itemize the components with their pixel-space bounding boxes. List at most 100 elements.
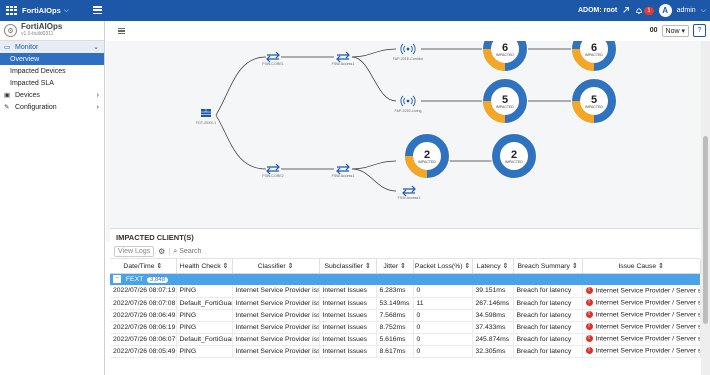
access-point-node[interactable] [400, 95, 416, 107]
table-cell: !Internet Service Provider / Server side… [582, 297, 701, 310]
column-header[interactable]: Date/Time ⇕ [110, 259, 177, 274]
table-cell: PING [176, 285, 233, 298]
table-cell: !Internet Service Provider / Server side… [582, 285, 701, 298]
settings-gear-icon[interactable]: ⚙ [156, 247, 167, 256]
switch-node[interactable] [336, 51, 350, 63]
search-input[interactable] [179, 248, 280, 255]
network-topology[interactable]: FGT-20XX-1 FSW-CORE1 FSW-Access1 FSW-CORE2 F… [106, 41, 710, 242]
wifi-ap-icon [400, 43, 416, 55]
impacted-clients-table: Date/Time ⇕ Health Check ⇕ Classifier ⇕ Sub… [110, 259, 701, 358]
alert-icon: ! [585, 347, 593, 355]
table-row[interactable]: 2022/07/26 08:06:07 Default_FortiGuard Int… [110, 333, 701, 346]
scrollbar-thumb[interactable] [703, 136, 708, 324]
group-count-badge: 3,848 [147, 277, 169, 284]
table-row[interactable]: 2022/07/26 08:05:49 PING Internet Service … [110, 345, 701, 358]
search-box[interactable]: ⌕ [169, 247, 700, 256]
switch-label: FSW-Access1 [332, 174, 355, 178]
switch-icon [266, 51, 280, 63]
chevron-right-icon: › [96, 91, 99, 99]
page-scrollbar[interactable] [701, 41, 710, 375]
time-range-select[interactable]: Now ▾ [661, 24, 689, 37]
chevron-down-icon[interactable]: ⌵ [701, 7, 706, 15]
impacted-clients-donut[interactable]: 2IMPACTED [404, 133, 450, 179]
column-header[interactable]: Health Check ⇕ [176, 259, 233, 274]
refresh-interval[interactable]: 00 [650, 27, 658, 34]
table-row[interactable]: 2022/07/26 08:06:49 PING Internet Service … [110, 309, 701, 322]
column-header[interactable]: Latency ⇕ [472, 259, 514, 274]
menu-icon[interactable] [118, 28, 125, 34]
view-logs-button[interactable]: View Logs [114, 246, 155, 257]
app-switcher[interactable]: FortiAIOps ⌵ [0, 0, 105, 21]
column-header[interactable]: Packet Loss(%) ⇕ [413, 259, 473, 274]
table-cell: Internet Issues [319, 345, 377, 358]
switch-icon [402, 185, 416, 197]
issue-cause-text: Internet Service Provider / Server side … [595, 335, 700, 343]
column-header[interactable]: Classifier ⇕ [232, 259, 320, 274]
sidebar-item-impacted-sla[interactable]: Impacted SLA [0, 77, 104, 89]
table-cell: 8.617ms [376, 345, 414, 358]
chevron-down-icon: ⌄ [93, 44, 99, 51]
sidebar-item-impacted-devices[interactable]: Impacted Devices [0, 65, 104, 77]
switch-label: FSW-Access1 [332, 62, 355, 66]
switch-icon [266, 163, 280, 175]
group-row[interactable]: − FEXT 3,848 [110, 273, 700, 285]
collapse-toggle-icon[interactable]: − [113, 275, 121, 284]
switch-node[interactable] [336, 163, 350, 175]
table-cell: 8.752ms [376, 321, 414, 334]
impacted-clients-donut[interactable]: 2IMPACTED [491, 133, 537, 179]
table-cell: Internet Service Provider issue [232, 345, 320, 358]
sidebar-item-monitor[interactable]: ▭ Monitor ⌄ [0, 41, 104, 53]
column-header[interactable]: Jitter ⇕ [376, 259, 414, 274]
column-header[interactable]: Subclassifier ⇕ [319, 259, 377, 274]
column-header[interactable]: Issue Cause ⇕ [582, 259, 701, 274]
fortigate-node[interactable] [201, 109, 211, 117]
access-point-node[interactable] [400, 43, 416, 55]
table-cell: Internet Service Provider issue [232, 285, 320, 298]
sidebar-item-label: Impacted Devices [10, 67, 66, 75]
table-cell: Breach for latency [513, 285, 583, 298]
table-cell: !Internet Service Provider / Server side… [582, 333, 701, 346]
wifi-ap-icon [400, 95, 416, 107]
impacted-clients-donut[interactable]: 6IMPACTED [482, 41, 528, 72]
panel-toolbar: View Logs ⚙ ⌕ [110, 245, 700, 259]
panel-title: IMPACTED CLIENT(S) [116, 232, 194, 242]
main-content: 00 Now ▾ ? FGT-20XX-1 FSW-CORE1 FSW-Acce… [106, 21, 710, 375]
app-name: FortiAIOps [22, 6, 61, 15]
sidebar-item-devices[interactable]: ▣ Devices › [0, 89, 104, 101]
table-cell: !Internet Service Provider / Server side… [582, 309, 701, 322]
avatar[interactable]: A [658, 4, 672, 17]
sidebar-item-overview[interactable]: Overview [0, 53, 104, 65]
impacted-clients-donut[interactable]: 5IMPACTED [482, 78, 528, 124]
table-cell: 6.283ms [376, 285, 414, 298]
table-row[interactable]: 2022/07/26 08:07:08 Default_FortiGuard Int… [110, 297, 701, 310]
adom-label[interactable]: ADOM: root [578, 7, 617, 14]
table-cell: Default_FortiGuard [176, 333, 233, 346]
column-header[interactable]: Breach Summary ⇕ [513, 259, 583, 274]
switch-node[interactable] [402, 185, 416, 197]
impacted-clients-donut[interactable]: 5IMPACTED [571, 78, 617, 124]
user-name[interactable]: admin [677, 7, 696, 14]
bell-icon [636, 7, 643, 14]
table-header-row: Date/Time ⇕ Health Check ⇕ Classifier ⇕ Sub… [110, 259, 701, 274]
table-cell: Internet Issues [319, 333, 377, 346]
menu-toggle-icon[interactable] [93, 6, 102, 14]
switch-node[interactable] [266, 51, 280, 63]
help-button[interactable]: ? [693, 24, 706, 37]
impacted-clients-donut[interactable]: 6IMPACTED [571, 41, 617, 72]
switch-node[interactable] [266, 163, 280, 175]
table-row[interactable]: 2022/07/26 08:07:19 PING Internet Service … [110, 285, 701, 298]
table-cell: 2022/07/26 08:06:19 [110, 321, 177, 334]
donut-caption: IMPACTED [505, 160, 523, 164]
impacted-clients-panel: IMPACTED CLIENT(S) View Logs ⚙ ⌕ Date/Ti… [110, 228, 701, 375]
table-row[interactable]: 2022/07/26 08:06:19 PING Internet Service … [110, 321, 701, 334]
switch-icon [336, 51, 350, 63]
notifications-button[interactable]: 1 [635, 6, 654, 15]
share-icon[interactable] [622, 6, 630, 16]
sidebar-item-label: Monitor [15, 43, 39, 51]
sidebar-item-configuration[interactable]: ✎ Configuration › [0, 101, 104, 113]
table-cell: 0 [413, 333, 473, 346]
issue-cause-text: Internet Service Provider / Server side … [595, 287, 700, 295]
table-cell: 37.433ms [472, 321, 514, 334]
switch-icon [336, 163, 350, 175]
topology-diagram: FGT-20XX-1 FSW-CORE1 FSW-Access1 FSW-CORE2 F… [196, 41, 617, 200]
